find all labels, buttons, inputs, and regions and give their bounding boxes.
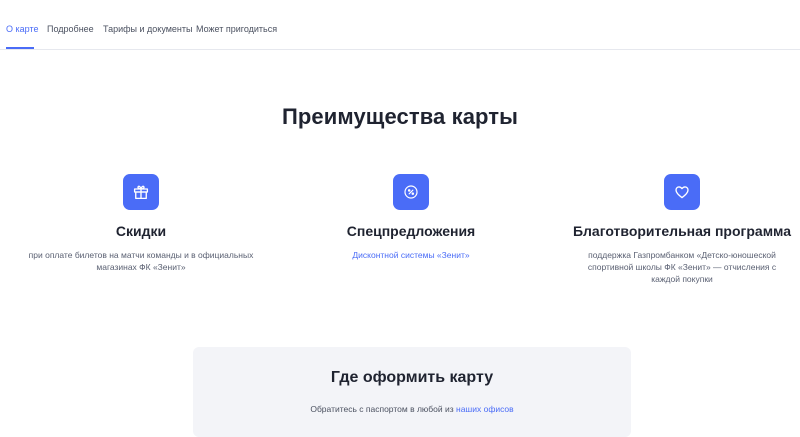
tab-may-be-useful[interactable]: Может пригодиться: [196, 24, 277, 34]
where-description: Обратитесь с паспортом в любой из наших …: [193, 404, 631, 414]
active-tab-indicator: [6, 47, 34, 49]
heart-icon: [664, 174, 700, 210]
feature-charity-program: Благотворительная программа поддержка Га…: [552, 174, 800, 285]
tab-details[interactable]: Подробнее: [47, 24, 94, 34]
tab-tariffs-documents[interactable]: Тарифы и документы: [103, 24, 192, 34]
feature-description: при оплате билетов на матчи команды и в …: [28, 250, 254, 272]
where-to-get-card-panel: Где оформить карту Обратитесь с паспорто…: [193, 347, 631, 437]
gift-icon: [123, 174, 159, 210]
feature-description: поддержка Газпромбанком «Детско-юношеско…: [587, 250, 777, 284]
section-title: Преимущества карты: [281, 104, 519, 129]
our-offices-link[interactable]: наших офисов: [456, 404, 514, 414]
discount-system-link[interactable]: Дисконтной системы «Зенит»: [352, 250, 469, 260]
percent-badge-icon: [393, 174, 429, 210]
where-title: Где оформить карту: [330, 369, 494, 386]
feature-discounts: Скидки при оплате билетов на матчи коман…: [11, 174, 271, 273]
tab-about-card[interactable]: О карте: [6, 24, 38, 34]
feature-title: Скидки: [115, 223, 167, 239]
where-text: Обратитесь с паспортом в любой из: [310, 404, 456, 414]
tab-bar: О карте Подробнее Тарифы и документы Мож…: [0, 0, 800, 50]
feature-special-offers: Спецпредложения Дисконтной системы «Зени…: [281, 174, 541, 261]
feature-title: Спецпредложения: [346, 223, 476, 239]
feature-title: Благотворительная программа: [572, 223, 792, 239]
